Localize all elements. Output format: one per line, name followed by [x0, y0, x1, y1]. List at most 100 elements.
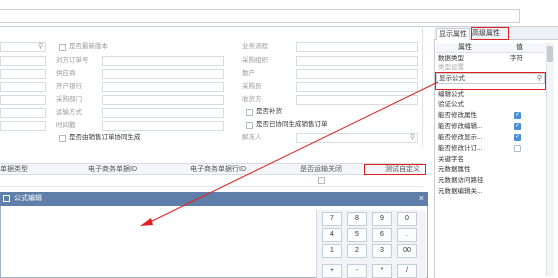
- checkbox-checked[interactable]: ✓: [514, 123, 521, 130]
- label-supplier: 供应商: [56, 70, 76, 77]
- close-icon[interactable]: ×: [419, 192, 424, 205]
- prop-value: 字符: [510, 55, 523, 62]
- supplement-checkbox[interactable]: [246, 109, 253, 116]
- prop-row-metadata-path[interactable]: 元数据访问路径: [436, 176, 545, 185]
- key-7[interactable]: 7: [322, 212, 342, 226]
- field-left-4[interactable]: [0, 95, 46, 105]
- prop-name: 编辑公式: [438, 91, 464, 98]
- grid-header: 单据类型 电子商务单据ID 电子商务单据行ID 是否运输关闭 测试自定义: [0, 163, 423, 175]
- bank-input[interactable]: [102, 82, 224, 92]
- field-left-6[interactable]: [0, 121, 46, 131]
- prop-name: 能否修改属性: [438, 112, 477, 119]
- prop-row-edit-formula[interactable]: 编辑公式: [436, 90, 545, 99]
- checkbox-checked[interactable]: ✓: [514, 134, 521, 141]
- prop-row-type-settings[interactable]: 类型设置: [436, 63, 545, 72]
- key-9[interactable]: 9: [372, 212, 392, 226]
- prop-name: 能否修改编辑...: [438, 123, 483, 130]
- purchase-org-input[interactable]: [296, 56, 418, 66]
- label-receiver: 收货方: [242, 96, 262, 103]
- prop-name: 能否修改显示...: [438, 134, 483, 141]
- highlight-custom-column: [364, 164, 426, 175]
- prop-row-modify-display[interactable]: 能否修改显示... ✓: [436, 133, 545, 142]
- prop-name: 关键字名: [438, 156, 464, 163]
- purchase-dept-input[interactable]: [102, 95, 224, 105]
- dialog-titlebar: 公式编辑 ×: [0, 192, 428, 206]
- col-transport-closed[interactable]: 是否运输关闭: [300, 164, 342, 175]
- panel-scrollbar-thumb[interactable]: [547, 46, 553, 62]
- buyer-input[interactable]: [296, 82, 418, 92]
- receiver-input[interactable]: [296, 95, 418, 105]
- label-retail: 散户: [242, 70, 255, 77]
- transport-input[interactable]: [102, 108, 224, 118]
- checkbox-unchecked[interactable]: [514, 145, 521, 152]
- key-6[interactable]: 6: [372, 228, 392, 242]
- prop-name: 元数据编辑关...: [438, 188, 483, 195]
- col-value: 值: [516, 44, 523, 51]
- key-dot[interactable]: .: [397, 228, 417, 242]
- biz-flow-input[interactable]: [296, 42, 418, 52]
- prop-row-metadata-edit[interactable]: 元数据编辑关...: [436, 187, 545, 196]
- from-sales-checkbox[interactable]: [59, 135, 66, 142]
- search-icon: ⚲: [37, 43, 43, 50]
- checkbox-checked[interactable]: ✓: [514, 112, 521, 119]
- unfreeze-input[interactable]: ⚲: [296, 133, 418, 143]
- sales-coop-checkbox[interactable]: [246, 122, 253, 129]
- col-ec-line-id[interactable]: 电子商务单据行ID: [190, 164, 246, 175]
- prop-row-modify-attr[interactable]: 能否修改属性 ✓: [436, 111, 545, 120]
- field-left-5[interactable]: [0, 108, 46, 118]
- label-from-sales: 是否由销售订单协同生成: [69, 134, 141, 141]
- search-icon: ⚲: [409, 134, 415, 141]
- key-multiply[interactable]: *: [372, 264, 392, 278]
- key-5[interactable]: 5: [347, 228, 367, 242]
- prop-row-metadata-attr[interactable]: 元数据属性: [436, 165, 545, 174]
- key-4[interactable]: 4: [322, 228, 342, 242]
- highlight-display-formula: [435, 72, 546, 90]
- prop-row-keyword[interactable]: 关键字名: [436, 155, 545, 164]
- label-counter-order: 对方订单号: [56, 57, 89, 64]
- key-plus[interactable]: +: [322, 264, 342, 278]
- field-left-3[interactable]: [0, 82, 46, 92]
- field-left-2[interactable]: [0, 69, 46, 79]
- property-grid-header: 属性 值: [436, 43, 545, 53]
- key-divide[interactable]: /: [397, 264, 417, 278]
- tab-display[interactable]: 显示属性: [436, 28, 470, 40]
- panel-scrollbar[interactable]: [546, 43, 554, 276]
- key-2[interactable]: 2: [347, 244, 367, 258]
- counter-order-input[interactable]: [102, 56, 224, 66]
- key-3[interactable]: 3: [372, 244, 392, 258]
- table-row[interactable]: [0, 175, 423, 187]
- key-1[interactable]: 1: [322, 244, 342, 258]
- label-timestamp: 时间戳: [56, 122, 76, 129]
- form-area: ⚲ 对方订单号 供应商 开户银行 采购部门 运输方式 时间戳 是否最新版本 是否…: [0, 27, 423, 147]
- keypad: 7 8 9 0 4 5 6 . 1 2 3 00 + - * /: [316, 210, 426, 278]
- timestamp-input[interactable]: [102, 121, 224, 131]
- latest-version-checkbox[interactable]: [59, 44, 66, 51]
- prop-row-data-type[interactable]: 数据类型 字符: [436, 54, 545, 63]
- retail-input[interactable]: [296, 69, 418, 79]
- transport-closed-checkbox[interactable]: [318, 177, 325, 184]
- prop-name: 数据类型: [438, 55, 464, 62]
- label-bank: 开户银行: [56, 83, 82, 90]
- supplier-input[interactable]: [102, 69, 224, 79]
- key-00[interactable]: 00: [397, 244, 417, 258]
- top-input-field[interactable]: [0, 9, 520, 23]
- col-ec-doc-id[interactable]: 电子商务单据ID: [88, 164, 137, 175]
- key-0[interactable]: 0: [397, 212, 417, 226]
- label-purchase-dept: 采购部门: [56, 96, 82, 103]
- label-biz-flow: 业务流程: [242, 43, 268, 50]
- dialog-icon: [3, 195, 10, 202]
- prop-row-validate-formula[interactable]: 验证公式: [436, 100, 545, 109]
- col-property: 属性: [458, 44, 472, 51]
- label-sales-coop: 是否已协同生成销售订单: [256, 121, 328, 128]
- search-field[interactable]: ⚲: [0, 42, 46, 52]
- key-8[interactable]: 8: [347, 212, 367, 226]
- label-buyer: 采购员: [242, 83, 262, 90]
- prop-name: 元数据属性: [438, 166, 471, 173]
- field-1[interactable]: [0, 56, 46, 66]
- prop-name: 能否修改计订...: [438, 145, 483, 152]
- label-purchase-org: 采购组织: [242, 57, 268, 64]
- col-doc-type[interactable]: 单据类型: [0, 164, 28, 175]
- key-minus[interactable]: -: [347, 264, 367, 278]
- prop-row-modify-order[interactable]: 能否修改计订...: [436, 144, 545, 153]
- prop-row-modify-edit[interactable]: 能否修改编辑... ✓: [436, 122, 545, 131]
